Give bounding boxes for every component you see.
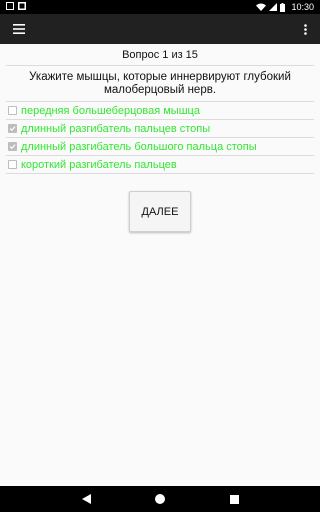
question-text: Укажите мышцы, которые иннервируют глубо… — [6, 66, 314, 102]
status-left-icons — [6, 2, 26, 12]
answer-option[interactable]: короткий разгибатель пальцев — [6, 156, 314, 174]
checkbox[interactable] — [8, 160, 17, 169]
notification-square-icon — [6, 2, 14, 12]
nav-bar — [0, 486, 320, 512]
hamburger-menu-icon[interactable] — [8, 18, 30, 40]
more-vert-icon[interactable] — [298, 18, 312, 40]
status-right-icons: 10:30 — [256, 2, 314, 12]
next-button[interactable]: ДАЛЕЕ — [129, 191, 191, 232]
answer-option[interactable]: длинный разгибатель большого пальца стоп… — [6, 138, 314, 156]
wifi-icon — [256, 3, 267, 11]
battery-icon — [280, 2, 286, 12]
quiz-content: Вопрос 1 из 15 Укажите мышцы, которые ин… — [0, 44, 320, 174]
answer-label: длинный разгибатель пальцев стопы — [21, 122, 211, 135]
checkbox[interactable] — [8, 106, 17, 115]
answer-option[interactable]: длинный разгибатель пальцев стопы — [6, 120, 314, 138]
signal-icon — [269, 3, 278, 11]
image-icon — [18, 2, 26, 12]
status-time: 10:30 — [291, 2, 314, 12]
answer-option[interactable]: передняя большеберцовая мышца — [6, 102, 314, 120]
app-bar — [0, 14, 320, 44]
status-bar: 10:30 — [0, 0, 320, 14]
checkbox-checked[interactable] — [8, 124, 17, 133]
back-triangle-icon[interactable] — [78, 491, 94, 507]
recents-square-icon[interactable] — [226, 491, 242, 507]
home-circle-icon[interactable] — [152, 491, 168, 507]
answer-list: передняя большеберцовая мышца длинный ра… — [6, 102, 314, 174]
answer-label: длинный разгибатель большого пальца стоп… — [21, 140, 257, 153]
answer-label: короткий разгибатель пальцев — [21, 158, 177, 171]
checkbox-checked[interactable] — [8, 142, 17, 151]
question-counter: Вопрос 1 из 15 — [6, 49, 314, 66]
answer-label: передняя большеберцовая мышца — [21, 104, 200, 117]
